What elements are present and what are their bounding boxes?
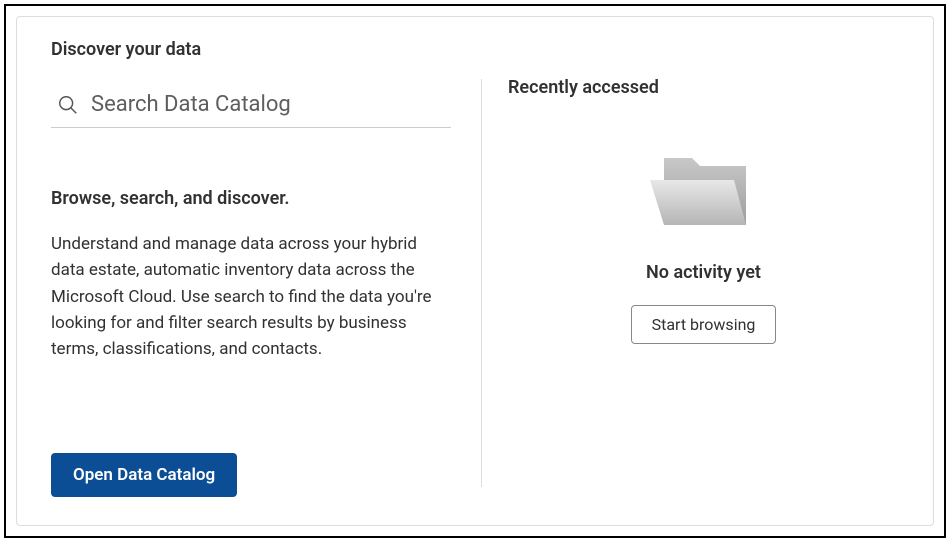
start-browsing-button[interactable]: Start browsing xyxy=(631,305,777,344)
folder-icon xyxy=(644,140,764,240)
subtitle: Browse, search, and discover. xyxy=(51,188,451,209)
empty-state: No activity yet Start browsing xyxy=(508,98,899,497)
left-pane: Discover your data Browse, search, and d… xyxy=(51,39,481,497)
open-data-catalog-button[interactable]: Open Data Catalog xyxy=(51,453,237,497)
search-icon xyxy=(57,94,79,116)
recently-accessed-title: Recently accessed xyxy=(508,77,899,98)
right-pane: Recently accessed xyxy=(482,39,899,497)
page-title: Discover your data xyxy=(51,39,451,60)
search-input[interactable] xyxy=(91,92,451,117)
search-field[interactable] xyxy=(51,92,451,128)
description-text: Understand and manage data across your h… xyxy=(51,231,451,363)
empty-state-message: No activity yet xyxy=(646,262,761,283)
discover-data-card: Discover your data Browse, search, and d… xyxy=(16,16,934,526)
